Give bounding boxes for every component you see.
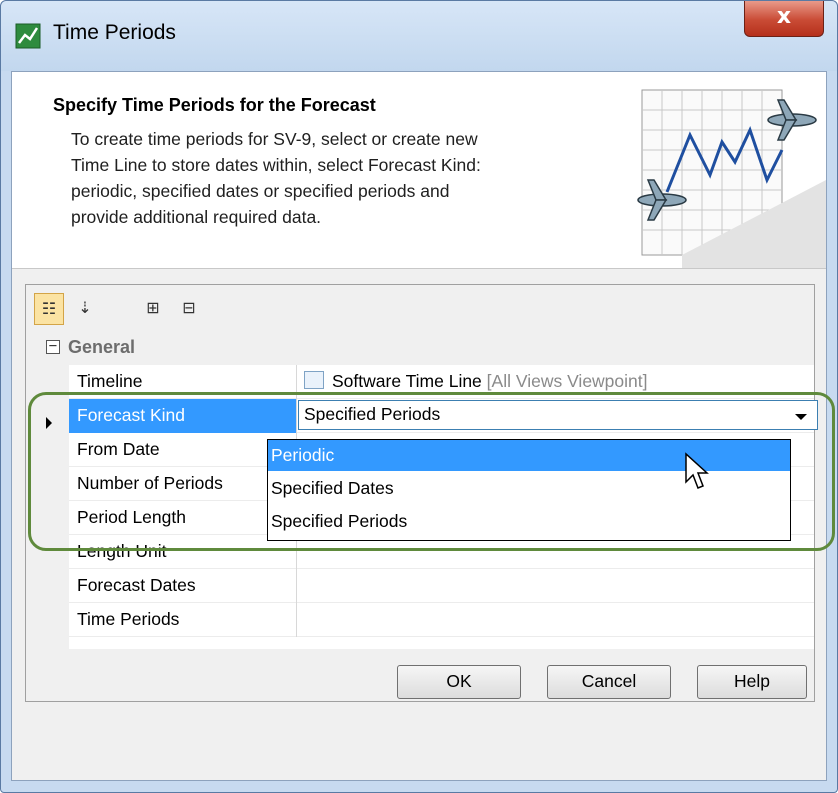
property-value[interactable] (298, 569, 813, 603)
group-row-general[interactable]: − General (32, 331, 814, 365)
dropdown-option-specified-dates[interactable]: Specified Dates (268, 473, 790, 504)
forecast-kind-combobox[interactable]: Specified Periods (298, 400, 818, 430)
chevron-down-icon[interactable] (795, 414, 807, 420)
property-name: Period Length (69, 501, 297, 535)
property-row-time-periods[interactable]: Time Periods (69, 603, 814, 637)
current-row-marker-icon (46, 417, 52, 429)
dropdown-option-specified-periods[interactable]: Specified Periods (268, 506, 790, 537)
combobox-value: Specified Periods (304, 404, 441, 424)
grid-gutter (32, 331, 69, 649)
group-label: General (68, 337, 136, 357)
property-name: Forecast Kind (69, 399, 297, 433)
timeline-value: Software Time Line (332, 371, 482, 391)
collapse-group-icon[interactable]: − (46, 339, 60, 354)
property-value[interactable]: Software Time Line [All Views Viewpoint] (298, 365, 813, 399)
forecast-kind-dropdown-list: Periodic Specified Dates Specified Perio… (267, 439, 791, 541)
timeline-viewpoint: [All Views Viewpoint] (486, 371, 648, 391)
sort-alphabetical-icon[interactable]: ⇣ (70, 293, 100, 325)
property-name: Timeline (69, 365, 297, 399)
dropdown-option-periodic[interactable]: Periodic (268, 440, 790, 471)
title-bar[interactable]: Time Periods x (1, 1, 837, 71)
cancel-button[interactable]: Cancel (547, 665, 671, 699)
ok-button[interactable]: OK (397, 665, 521, 699)
collapse-all-icon[interactable]: ⊟ (174, 293, 204, 325)
header-description: To create time periods for SV-9, select … (71, 129, 481, 227)
close-button[interactable]: x (744, 1, 824, 37)
property-name: Forecast Dates (69, 569, 297, 603)
property-name: From Date (69, 433, 297, 467)
close-icon: x (776, 4, 792, 29)
mouse-cursor-icon (685, 452, 709, 489)
app-icon (15, 23, 41, 49)
property-name: Length Unit (69, 535, 297, 569)
header-title: Specify Time Periods for the Forecast (53, 95, 376, 115)
property-name: Number of Periods (69, 467, 297, 501)
timeline-icon (304, 371, 324, 390)
categorized-view-icon[interactable]: ☷ (34, 293, 64, 325)
window-title: Time Periods (53, 21, 176, 44)
property-row-timeline[interactable]: Timeline Software Time Line [All Views V… (69, 365, 814, 399)
properties-toolbar: ☷ ⇣ ⊞ ⊟ (34, 293, 334, 327)
expand-all-icon[interactable]: ⊞ (138, 293, 168, 325)
help-button[interactable]: Help (697, 665, 807, 699)
dialog-window: Time Periods x Specify Time Periods for … (0, 0, 838, 793)
wizard-header: Specify Time Periods for the Forecast To… (12, 72, 826, 269)
property-row-forecast-dates[interactable]: Forecast Dates (69, 569, 814, 603)
forecast-chart-illustration (637, 89, 826, 268)
property-value[interactable] (298, 603, 813, 637)
property-row-forecast-kind[interactable]: Forecast Kind Specified Periods (69, 399, 818, 433)
property-name: Time Periods (69, 603, 297, 637)
